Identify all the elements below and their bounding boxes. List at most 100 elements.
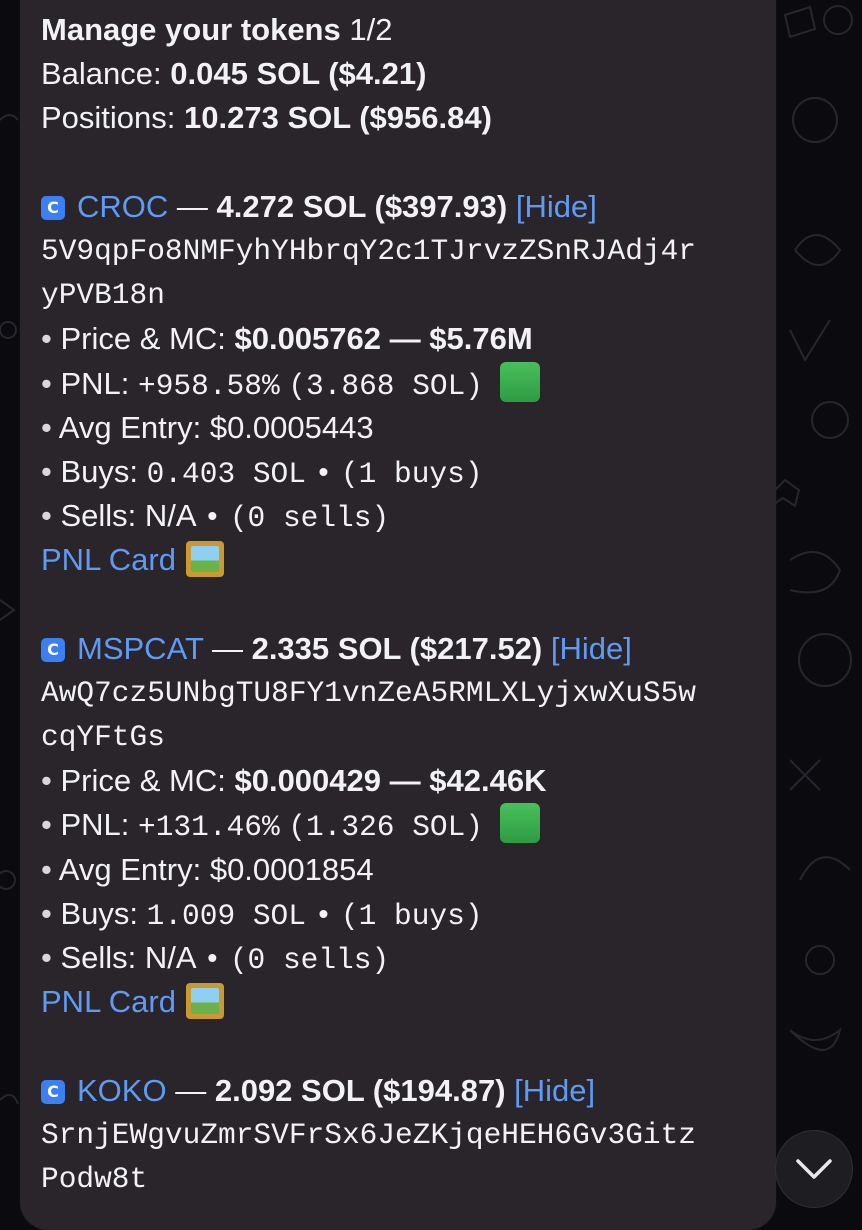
scroll-down-button[interactable]	[775, 1130, 853, 1208]
sells-row: • Sells: N/A • (0 sells)	[41, 494, 766, 538]
token-header: C MSPCAT — 2.335 SOL ($217.52) [Hide]	[41, 627, 766, 671]
token-block: C MSPCAT — 2.335 SOL ($217.52) [Hide] AwQ…	[41, 627, 766, 1025]
token-address-line2[interactable]: Podw8t	[41, 1157, 766, 1201]
bullet: •	[41, 321, 52, 357]
avg-entry-label: Avg Entry:	[58, 409, 202, 445]
bullet: •	[41, 453, 52, 489]
green-square-icon	[499, 361, 540, 402]
token-block: C KOKO — 2.092 SOL ($194.87) [Hide] SrnjE…	[41, 1069, 766, 1202]
pnl-sol: (3.868 SOL)	[288, 368, 484, 403]
bullet: •	[41, 498, 52, 534]
buys-row: • Buys: 1.009 SOL • (1 buys)	[41, 892, 766, 936]
positions-line: Positions: 10.273 SOL ($956.84)	[41, 96, 766, 140]
avg-entry-row: • Avg Entry: $0.0005443	[41, 406, 766, 450]
bullet: •	[41, 409, 52, 445]
dash: —	[389, 321, 421, 357]
dash: —	[211, 630, 243, 666]
chevron-down-icon	[796, 1159, 832, 1179]
buys-row: • Buys: 0.403 SOL • (1 buys)	[41, 450, 766, 494]
price-value: $0.005762	[234, 321, 382, 357]
sells-amount: N/A	[144, 939, 195, 975]
price-mc-row: • Price & MC: $0.000429 — $42.46K	[41, 759, 766, 803]
dash: —	[175, 1072, 207, 1108]
bullet: •	[41, 807, 52, 843]
token-block: C CROC — 4.272 SOL ($397.93) [Hide] 5V9qp…	[41, 185, 766, 583]
page-title: Manage your tokens	[41, 12, 341, 47]
token-address-line1[interactable]: AwQ7cz5UNbgTU8FY1vnZeA5RMLXLyjxwXuS5w	[41, 671, 766, 715]
sells-label: Sells:	[60, 939, 137, 975]
bullet: •	[203, 501, 222, 536]
buys-count: (1 buys)	[340, 898, 483, 933]
bullet: •	[203, 942, 222, 977]
avg-entry-value: $0.0001854	[209, 851, 374, 887]
pnl-row: • PNL: +131.46% (1.326 SOL)	[41, 803, 766, 847]
bullet: •	[314, 898, 333, 933]
token-amount: 2.092 SOL ($194.87)	[214, 1072, 506, 1108]
token-address-line2[interactable]: cqYFtGs	[41, 715, 766, 759]
buys-label: Buys:	[60, 453, 139, 489]
message-content: Manage your tokens 1/2 Balance: 0.045 SO…	[41, 8, 766, 1201]
token-address-line2[interactable]: yPVB18n	[41, 273, 766, 317]
balance-label: Balance:	[41, 56, 162, 92]
dash: —	[389, 763, 421, 799]
sells-amount: N/A	[144, 498, 195, 534]
buys-count: (1 buys)	[340, 456, 483, 491]
pnl-label: PNL:	[60, 365, 130, 401]
bullet: •	[41, 939, 52, 975]
sells-row: • Sells: N/A • (0 sells)	[41, 936, 766, 980]
token-symbol-link[interactable]: KOKO	[77, 1073, 167, 1108]
sells-count: (0 sells)	[229, 501, 390, 536]
mc-value: $5.76M	[429, 321, 533, 357]
avg-entry-row: • Avg Entry: $0.0001854	[41, 848, 766, 892]
framed-picture-icon	[185, 983, 224, 1020]
token-header: C KOKO — 2.092 SOL ($194.87) [Hide]	[41, 1069, 766, 1113]
pnl-percent: +131.46%	[138, 810, 280, 845]
balance-line: Balance: 0.045 SOL ($4.21)	[41, 52, 766, 96]
token-symbol-link[interactable]: CROC	[77, 189, 168, 224]
bullet: •	[41, 851, 52, 887]
bullet: •	[41, 763, 52, 799]
coin-c-icon: C	[41, 637, 65, 662]
buys-label: Buys:	[60, 895, 139, 931]
price-mc-label: Price & MC:	[60, 321, 226, 357]
pnl-card-link[interactable]: PNL Card	[41, 984, 176, 1019]
framed-picture-icon	[185, 541, 224, 578]
price-value: $0.000429	[234, 763, 382, 799]
pnl-percent: +958.58%	[138, 368, 280, 403]
hide-link[interactable]: [Hide]	[514, 1073, 595, 1108]
pnl-row: • PNL: +958.58% (3.868 SOL)	[41, 361, 766, 406]
buys-amount: 1.009 SOL	[146, 898, 306, 933]
token-address-line1[interactable]: SrnjEWgvuZmrSVFrSx6JeZKjqeHEH6Gv3Gitz	[41, 1113, 766, 1157]
price-mc-row: • Price & MC: $0.005762 — $5.76M	[41, 317, 766, 361]
pnl-sol: (1.326 SOL)	[288, 810, 484, 845]
bullet: •	[41, 365, 52, 401]
token-address-line1[interactable]: 5V9qpFo8NMFyhYHbrqY2c1TJrvzZSnRJAdj4r	[41, 229, 766, 273]
sells-label: Sells:	[60, 498, 137, 534]
page-indicator: 1/2	[349, 12, 393, 47]
token-amount: 2.335 SOL ($217.52)	[251, 630, 543, 666]
positions-label: Positions:	[41, 100, 176, 136]
pnl-card-row: PNL Card	[41, 538, 766, 582]
coin-c-icon: C	[41, 1079, 65, 1104]
bullet: •	[41, 895, 52, 931]
token-amount: 4.272 SOL ($397.93)	[216, 188, 508, 224]
avg-entry-label: Avg Entry:	[58, 851, 202, 887]
sells-count: (0 sells)	[229, 942, 390, 977]
buys-amount: 0.403 SOL	[146, 456, 306, 491]
pnl-label: PNL:	[60, 807, 130, 843]
mc-value: $42.46K	[429, 763, 547, 799]
balance-value: 0.045 SOL ($4.21)	[170, 56, 427, 92]
avg-entry-value: $0.0005443	[209, 409, 374, 445]
hide-link[interactable]: [Hide]	[516, 189, 597, 224]
pnl-card-row: PNL Card	[41, 980, 766, 1024]
header-title-line: Manage your tokens 1/2	[41, 8, 766, 52]
coin-c-icon: C	[41, 195, 65, 220]
token-header: C CROC — 4.272 SOL ($397.93) [Hide]	[41, 185, 766, 229]
bullet: •	[314, 456, 333, 491]
price-mc-label: Price & MC:	[60, 763, 226, 799]
green-square-icon	[499, 803, 540, 844]
pnl-card-link[interactable]: PNL Card	[41, 542, 176, 577]
token-symbol-link[interactable]: MSPCAT	[77, 631, 203, 666]
dash: —	[176, 188, 208, 224]
hide-link[interactable]: [Hide]	[551, 631, 632, 666]
